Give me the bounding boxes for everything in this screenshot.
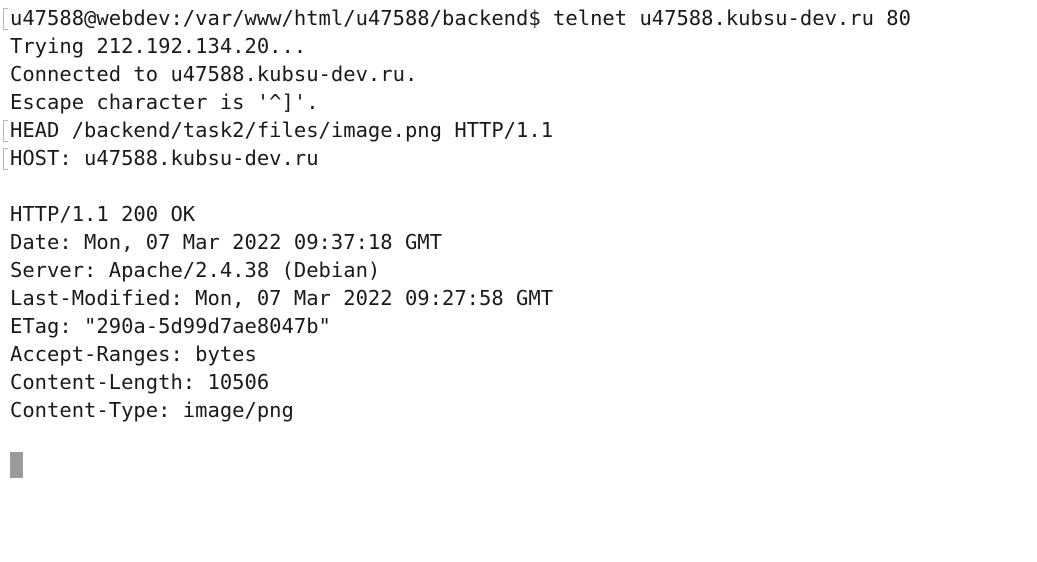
line-marker xyxy=(3,120,8,142)
input-line: HOST: u47588.kubsu-dev.ru xyxy=(10,146,319,170)
line-marker xyxy=(3,8,8,30)
response-header-line: Date: Mon, 07 Mar 2022 09:37:18 GMT xyxy=(10,230,442,254)
response-header-line: Server: Apache/2.4.38 (Debian) xyxy=(10,258,381,282)
response-status-line: HTTP/1.1 200 OK xyxy=(10,202,196,226)
output-line: Trying 212.192.134.20... xyxy=(10,34,307,58)
terminal-window[interactable]: u47588@webdev:/var/www/html/u47588/backe… xyxy=(0,0,1037,562)
response-header-line: Accept-Ranges: bytes xyxy=(10,342,257,366)
line-marker xyxy=(3,148,8,170)
output-line: Connected to u47588.kubsu-dev.ru. xyxy=(10,62,418,86)
response-header-line: Content-Type: image/png xyxy=(10,398,294,422)
input-line: HEAD /backend/task2/files/image.png HTTP… xyxy=(10,118,554,142)
text-cursor xyxy=(10,452,23,478)
prompt-command-line: u47588@webdev:/var/www/html/u47588/backe… xyxy=(10,6,911,30)
output-line: Escape character is '^]'. xyxy=(10,90,319,114)
response-header-line: Last-Modified: Mon, 07 Mar 2022 09:27:58… xyxy=(10,286,554,310)
response-header-line: ETag: "290a-5d99d7ae8047b" xyxy=(10,314,331,338)
response-header-line: Content-Length: 10506 xyxy=(10,370,270,394)
